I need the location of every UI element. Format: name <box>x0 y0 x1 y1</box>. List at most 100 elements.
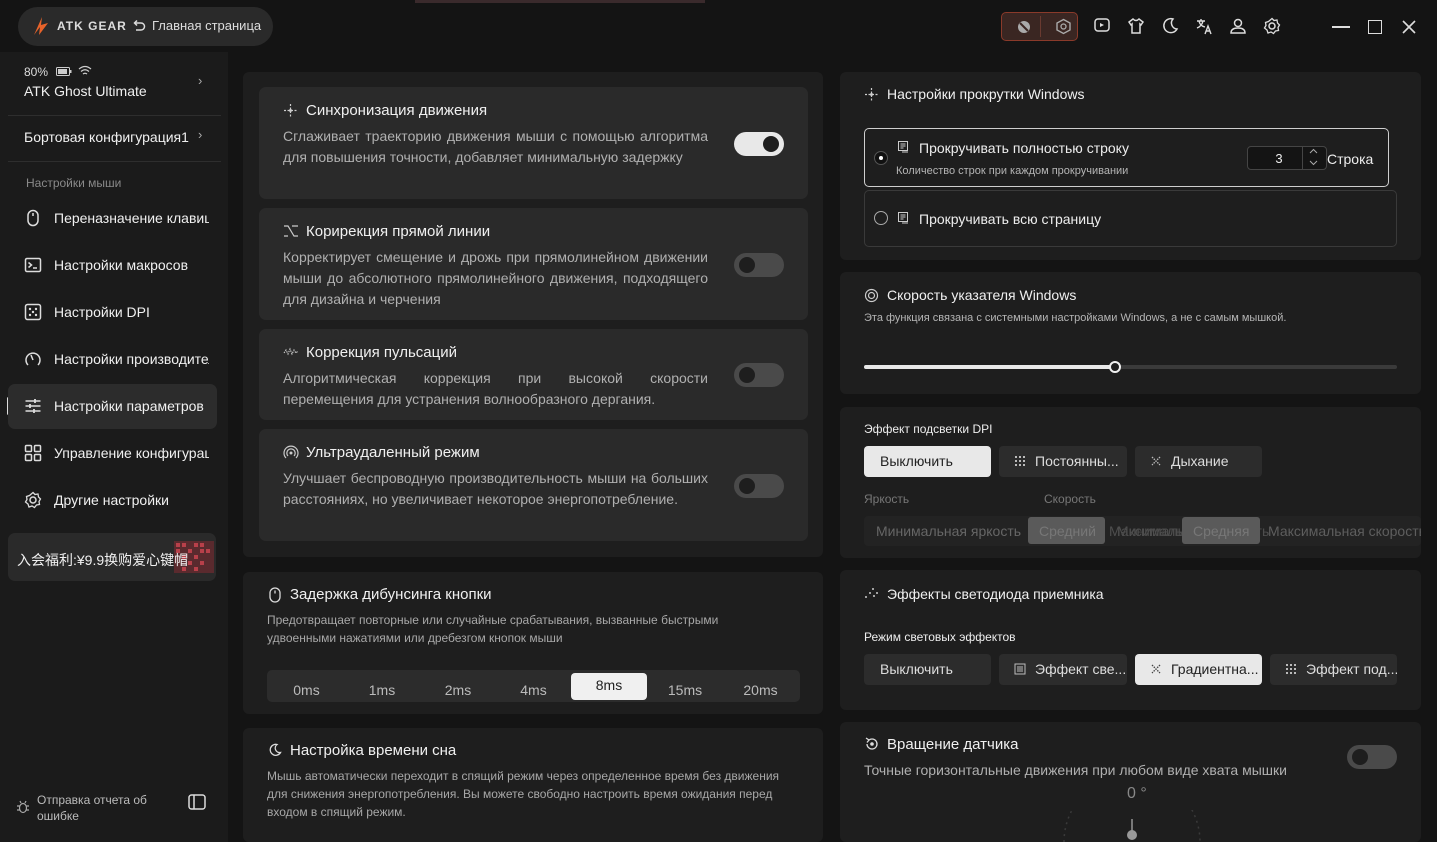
pointer-speed-thumb[interactable] <box>1109 361 1121 373</box>
dpi-light-breathing-button[interactable]: Дыхание <box>1135 446 1262 477</box>
debounce-option[interactable]: 1ms <box>344 678 420 705</box>
wifi-icon <box>78 65 92 76</box>
feature-title: Корирекция прямой линии <box>306 223 491 240</box>
sidebar-item-label: Переназначение клавиш <box>54 210 209 226</box>
banner-edge <box>415 0 705 3</box>
led-effect-icon <box>1014 663 1026 675</box>
dpi-icon <box>24 303 42 321</box>
line-correction-icon <box>283 224 299 238</box>
sidebar-item-dpi[interactable]: Настройки DPI <box>8 290 217 335</box>
speed-medium-option[interactable]: Средняя <box>1193 523 1249 539</box>
bug-report-link[interactable]: Отправка отчета об ошибке <box>37 792 157 824</box>
dpi-light-steady-button[interactable]: Постоянны... <box>999 446 1127 477</box>
gear-icon <box>24 491 42 509</box>
feature-title: Синхронизация движения <box>306 102 488 119</box>
moon-icon[interactable] <box>1161 17 1179 35</box>
block-icon[interactable] <box>1016 19 1032 35</box>
speed-max-option[interactable]: Максимальная скорость <box>1268 523 1421 539</box>
back-icon[interactable] <box>132 19 146 33</box>
button-label: Эффект под... <box>1306 661 1397 677</box>
battery-icon <box>56 67 72 76</box>
brand-name: ATK GEAR <box>57 19 127 33</box>
cube-icon[interactable] <box>1055 18 1072 35</box>
brightness-medium-option[interactable]: Средний <box>1039 523 1096 539</box>
sidebar-item-parameters[interactable]: Настройки параметров <box>8 384 217 429</box>
sidebar-item-label: Управление конфигурациями <box>54 445 209 461</box>
list-icon <box>898 212 910 224</box>
sensor-rotation-description: Точные горизонтальные движения при любом… <box>864 762 1287 778</box>
home-link[interactable]: Главная страница <box>152 18 261 33</box>
radio-dot <box>879 156 883 160</box>
sidebar-item-label: Другие настройки <box>54 492 169 508</box>
debounce-option-selected[interactable]: 8ms <box>571 673 647 700</box>
motion-sync-toggle[interactable] <box>734 132 784 156</box>
stepper-up-icon[interactable] <box>1309 148 1318 154</box>
sidebar-item-label: Настройки производительности <box>54 351 209 367</box>
sensor-rotation-toggle[interactable] <box>1347 745 1397 769</box>
stepper-down-icon[interactable] <box>1309 160 1318 166</box>
scroll-page-radio[interactable] <box>874 211 888 225</box>
button-label: Эффект све... <box>1035 661 1127 677</box>
scroll-lines-value[interactable]: 3 <box>1262 151 1296 166</box>
close-icon[interactable] <box>1401 19 1417 35</box>
scroll-line-sublabel: Количество строк при каждом прокручивани… <box>896 165 1129 177</box>
long-range-toggle[interactable] <box>734 474 784 498</box>
debounce-option[interactable]: 20ms <box>723 678 798 705</box>
feedback-icon[interactable] <box>1093 17 1111 35</box>
feature-title: Коррекция пульсаций <box>306 344 457 361</box>
terminal-icon <box>24 256 42 274</box>
promo-text: 入会福利:¥9.9换购爱心键帽 <box>17 552 189 568</box>
brightness-min-option[interactable]: Минимальная яркость <box>876 523 1021 539</box>
scroll-page-label: Прокручивать всю страницу <box>919 211 1102 227</box>
receiver-led-effect-button[interactable]: Эффект све... <box>999 654 1127 685</box>
shirt-icon[interactable] <box>1127 17 1145 35</box>
sidebar-toggle-icon[interactable] <box>188 794 206 810</box>
debounce-option[interactable]: 2ms <box>420 678 496 705</box>
dpi-light-options-strip: Минимальная яркость Средний Максимальная… <box>864 516 1421 546</box>
rotation-dial[interactable] <box>1060 810 1204 842</box>
sidebar-item-config-management[interactable]: Управление конфигурациями <box>8 431 217 476</box>
scroll-title: Настройки прокрутки Windows <box>887 86 1085 102</box>
maximize-icon[interactable] <box>1368 20 1382 34</box>
pointer-speed-title: Скорость указателя Windows <box>887 287 1077 303</box>
sleep-title: Настройка времени сна <box>290 742 457 759</box>
dots-grid-icon <box>1285 663 1297 675</box>
wave-icon <box>283 345 299 359</box>
gear-icon[interactable] <box>1263 17 1281 35</box>
sidebar-item-other[interactable]: Другие настройки <box>8 478 217 523</box>
button-label: Дыхание <box>1171 453 1229 469</box>
config-name: Бортовая конфигурация1 <box>24 129 189 145</box>
sparkle-icon <box>864 587 879 599</box>
debounce-option[interactable]: 15ms <box>647 678 723 705</box>
sidebar-item-performance[interactable]: Настройки производительности <box>8 337 217 382</box>
line-correction-toggle[interactable] <box>734 253 784 277</box>
user-icon[interactable] <box>1229 17 1247 35</box>
sidebar-item-macros[interactable]: Настройки макросов <box>8 243 217 288</box>
receiver-led-flow-button[interactable]: Эффект под... <box>1270 654 1397 685</box>
feature-description: Сглаживает траекторию движения мыши с по… <box>283 128 708 165</box>
gauge-icon <box>24 350 42 368</box>
minimize-icon[interactable] <box>1332 26 1350 28</box>
dpi-light-title: Эффект подсветки DPI <box>864 422 993 436</box>
battery-level: 80% <box>24 65 49 79</box>
sidebar-item-remap[interactable]: Переназначение клавиш <box>8 196 217 241</box>
receiver-led-off-button[interactable]: Выключить <box>864 654 991 685</box>
atk-logo-icon <box>30 15 52 37</box>
mouse-icon <box>268 587 282 603</box>
debounce-option[interactable]: 0ms <box>269 678 344 705</box>
sleep-description: Мышь автоматически переходит в спящий ре… <box>267 769 780 819</box>
bug-icon[interactable] <box>16 800 30 814</box>
steady-icon <box>1014 455 1026 467</box>
debounce-option[interactable]: 4ms <box>496 678 571 705</box>
feature-title: Ультраудаленный режим <box>306 444 480 461</box>
sensor-rotation-title: Вращение датчика <box>887 736 1019 753</box>
translate-icon[interactable] <box>1195 17 1213 35</box>
scroll-line-label: Прокручивать полностью строку <box>919 140 1129 156</box>
move-icon <box>864 87 879 102</box>
receiver-led-gradient-button[interactable]: Градиентна... <box>1135 654 1262 685</box>
moon-icon <box>268 743 282 757</box>
ripple-correction-toggle[interactable] <box>734 363 784 387</box>
dpi-light-off-button[interactable]: Выключить <box>864 446 991 477</box>
mode-divider <box>1040 16 1041 37</box>
list-icon <box>898 141 910 153</box>
